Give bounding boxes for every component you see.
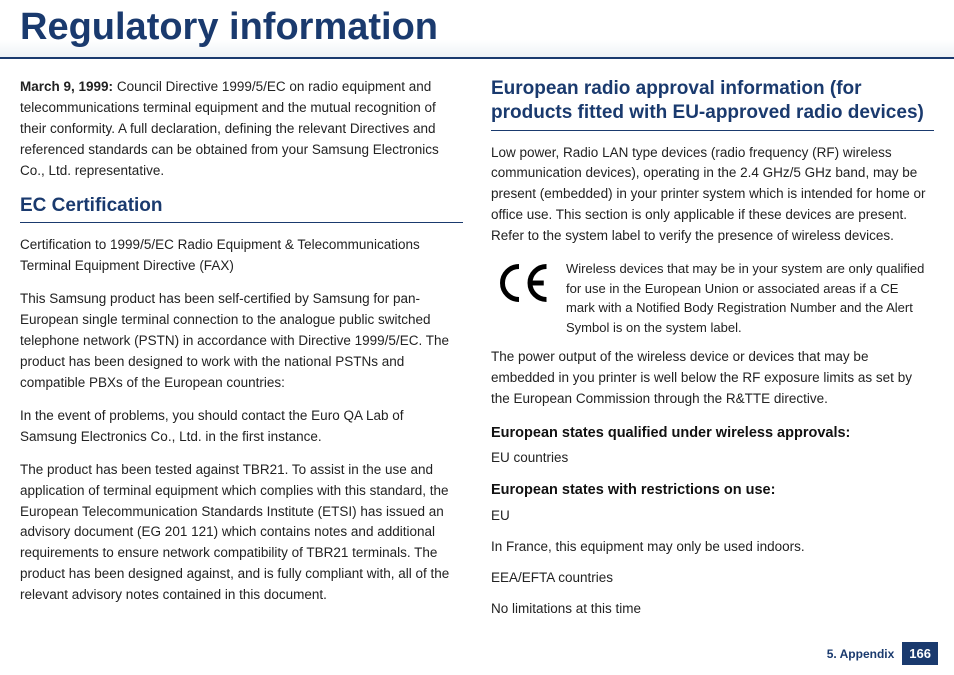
era-p2: The power output of the wireless device …: [491, 347, 934, 410]
footer-chapter: 5. Appendix: [827, 647, 895, 661]
ec-certification-heading: EC Certification: [20, 194, 463, 224]
era-p1: Low power, Radio LAN type devices (radio…: [491, 143, 934, 248]
intro-paragraph: March 9, 1999: Council Directive 1999/5/…: [20, 77, 463, 182]
qualified-body: EU countries: [491, 448, 934, 469]
ce-mark-note: Wireless devices that may be in your sys…: [491, 259, 934, 337]
era-heading: European radio approval information (for…: [491, 77, 934, 131]
ce-mark-icon: [497, 263, 552, 303]
restr-line-1: EU: [491, 506, 934, 527]
restr-line-4: No limitations at this time: [491, 599, 934, 620]
ec-p1: Certification to 1999/5/EC Radio Equipme…: [20, 235, 463, 277]
content-columns: March 9, 1999: Council Directive 1999/5/…: [0, 59, 954, 629]
restr-line-3: EEA/EFTA countries: [491, 568, 934, 589]
page-footer: 5. Appendix 166: [827, 642, 938, 665]
qualified-heading: European states qualified under wireless…: [491, 422, 934, 444]
intro-date: March 9, 1999:: [20, 79, 113, 94]
ce-note-text: Wireless devices that may be in your sys…: [566, 259, 928, 337]
left-column: March 9, 1999: Council Directive 1999/5/…: [20, 77, 463, 629]
ec-p4: The product has been tested against TBR2…: [20, 460, 463, 606]
footer-page-number: 166: [902, 642, 938, 665]
page-title: Regulatory information: [0, 0, 954, 59]
ec-p2: This Samsung product has been self-certi…: [20, 289, 463, 394]
ec-p3: In the event of problems, you should con…: [20, 406, 463, 448]
restrictions-heading: European states with restrictions on use…: [491, 479, 934, 501]
restr-line-2: In France, this equipment may only be us…: [491, 537, 934, 558]
right-column: European radio approval information (for…: [491, 77, 934, 629]
